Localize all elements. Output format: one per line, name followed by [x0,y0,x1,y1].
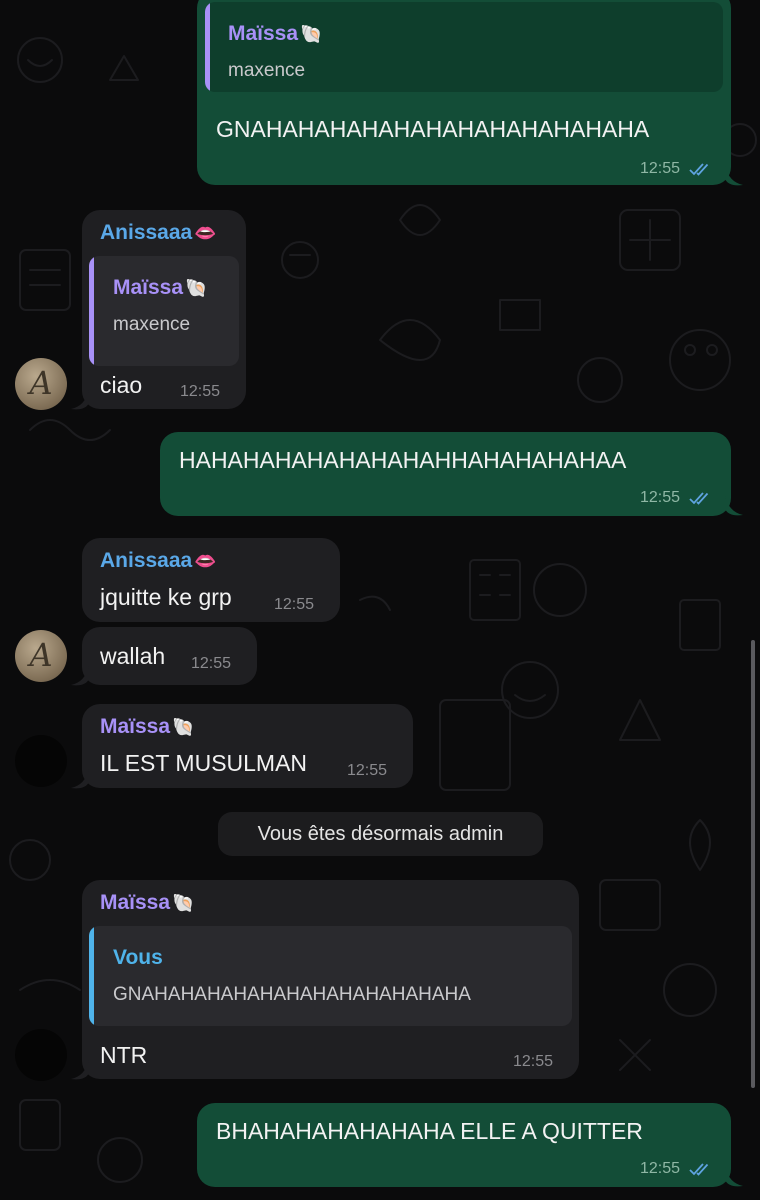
message-text: jquitte ke grp [100,584,232,610]
bubble-tail [71,390,89,410]
bubble-tail [71,769,89,789]
reply-quote[interactable]: Vous GNAHAHAHAHAHAHAHAHAHAHAHAHA [89,926,572,1026]
quote-sender-name: Maïssa 🐚 [228,22,323,45]
bubble-tail [71,1060,89,1080]
message-text: NTR [100,1042,148,1068]
reply-quote[interactable]: Maïssa 🐚 maxence [89,256,239,366]
message-bubble-outgoing[interactable]: Maïssa 🐚 maxence GNAHAHAHAHAHAHAHAHAHAHAH… [197,0,731,185]
message-bubble-incoming[interactable]: Anissaaa 👄 Maïssa 🐚 maxence ciao 12:55 [82,210,246,409]
double-check-icon [689,1163,709,1176]
message-time: 12:55 [347,762,388,779]
lips-icon: 👄 [194,551,217,572]
quote-text: maxence [113,314,191,335]
quote-sender-name: Vous [113,946,163,969]
lips-icon: 👄 [194,223,217,244]
avatar[interactable] [15,1029,67,1081]
shell-icon: 🐚 [300,24,323,45]
message-time: 12:55 [180,383,221,400]
avatar[interactable] [15,735,67,787]
shell-icon: 🐚 [172,717,195,738]
quote-accent-bar [89,256,94,366]
message-bubble-incoming[interactable]: Anissaaa 👄 jquitte ke grp 12:55 [82,538,340,622]
message-time: 12:55 [640,160,681,177]
bubble-tail [725,1167,743,1187]
quote-accent-bar [205,2,210,92]
message-text: HAHAHAHAHAHAHAHAHHAHAHAHAHAA [179,447,627,473]
message-time: 12:55 [640,1160,681,1177]
message-bubble-outgoing[interactable]: HAHAHAHAHAHAHAHAHHAHAHAHAHAA 12:55 [160,432,731,516]
scrollbar[interactable] [751,640,755,1088]
double-check-icon [689,163,709,176]
message-text: BHAHAHAHAHAHAHA ELLE A QUITTER [216,1118,643,1144]
shell-icon: 🐚 [185,278,208,299]
message-text: wallah [100,643,166,669]
sender-name: Anissaaa 👄 [100,221,217,244]
bubble-tail [725,166,743,186]
message-text: ciao [100,372,143,398]
shell-icon: 🐚 [172,893,195,914]
bubble-tail [725,496,743,516]
avatar[interactable]: A [15,358,67,410]
quote-text: maxence [228,60,306,81]
message-bubble-incoming[interactable]: Maïssa 🐚 IL EST MUSULMAN 12:55 [82,704,413,788]
message-bubble-incoming[interactable]: wallah 12:55 [82,627,257,685]
message-time: 12:55 [513,1053,554,1070]
message-bubble-incoming[interactable]: Maïssa 🐚 Vous GNAHAHAHAHAHAHAHAHAHAHAHAHA… [82,880,579,1079]
bubble-tail [71,666,89,686]
quote-text: GNAHAHAHAHAHAHAHAHAHAHAHAHA [113,984,471,1005]
quote-sender-name: Maïssa 🐚 [113,276,208,299]
avatar[interactable]: A [15,630,67,682]
message-time: 12:55 [274,596,315,613]
sender-name: Maïssa 🐚 [100,715,195,738]
double-check-icon [689,492,709,505]
sender-name: Anissaaa 👄 [100,549,217,572]
message-text: IL EST MUSULMAN [100,750,308,776]
quote-accent-bar [89,926,94,1026]
reply-quote[interactable]: Maïssa 🐚 maxence [205,2,723,92]
message-bubble-outgoing[interactable]: BHAHAHAHAHAHAHA ELLE A QUITTER 12:55 [197,1103,731,1187]
sender-name: Maïssa 🐚 [100,891,195,914]
message-text: GNAHAHAHAHAHAHAHAHAHAHAHAHA [216,116,650,142]
message-time: 12:55 [191,655,232,672]
message-time: 12:55 [640,489,681,506]
system-message: Vous êtes désormais admin [218,812,543,856]
